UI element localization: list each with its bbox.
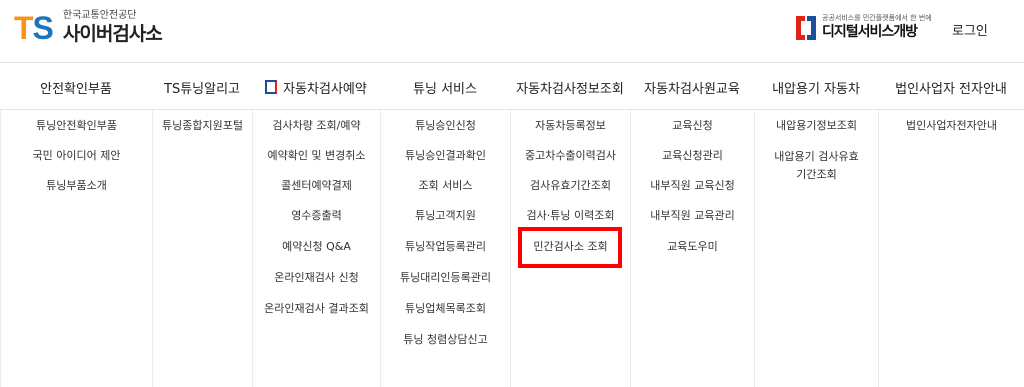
- submenu-item[interactable]: 교육도우미: [631, 239, 754, 255]
- submenu-corporate-notice: 법인사업자전자안내: [878, 110, 1024, 387]
- submenu-item[interactable]: 교육신청: [631, 118, 754, 134]
- nav-corporate-notice[interactable]: 법인사업자 전자안내: [878, 63, 1024, 111]
- submenu-item[interactable]: 중고차수출이력검사: [511, 148, 630, 164]
- submenu-item[interactable]: 예약신청 Q&A: [253, 239, 380, 255]
- submenu-item[interactable]: 영수증출력: [253, 208, 380, 224]
- submenu-item[interactable]: 콜센터예약결제: [253, 178, 380, 194]
- submenu-item[interactable]: 튜닝승인신청: [381, 118, 510, 134]
- submenu-tuning-service: 튜닝승인신청 튜닝승인결과확인 조회 서비스 튜닝고객지원 튜닝작업등록관리 튜…: [380, 110, 510, 387]
- submenu-ts-tuning: 튜닝종합지원포털: [152, 110, 252, 387]
- submenu-item[interactable]: 자동차등록정보: [511, 118, 630, 134]
- submenu-item[interactable]: 교육신청관리: [631, 148, 754, 164]
- submenu-item[interactable]: 튜닝부품소개: [1, 178, 152, 194]
- nav-inspection-info[interactable]: 자동차검사정보조회: [510, 63, 630, 111]
- digital-service-title: 디지털서비스개방: [822, 24, 918, 40]
- login-link[interactable]: 로그인: [952, 20, 988, 39]
- submenu-item[interactable]: 튜닝고객지원: [381, 208, 510, 224]
- ts-logo-s: S: [32, 10, 54, 46]
- site-header: TS 한국교통안전공단 사이버검사소 공공서비스를 민간플랫폼에서 한 번에 디…: [0, 0, 1024, 62]
- ts-logo-t: T: [14, 10, 34, 46]
- digital-service-subtitle: 공공서비스를 민간플랫폼에서 한 번에: [822, 14, 932, 22]
- submenu-item[interactable]: 튜닝안전확인부품: [1, 118, 152, 134]
- main-navigation: 안전확인부품 TS튜닝알리고 자동차검사예약 튜닝 서비스 자동차검사정보조회 …: [0, 62, 1024, 110]
- nav-pressure-vessel[interactable]: 내압용기 자동차: [754, 63, 878, 111]
- submenu-item[interactable]: 튜닝대리인등록관리: [381, 270, 510, 286]
- submenu-item[interactable]: 튜닝업체목록조회: [381, 301, 510, 317]
- submenu-item[interactable]: 튜닝승인결과확인: [381, 148, 510, 164]
- nav-inspector-education[interactable]: 자동차검사원교육: [630, 63, 754, 111]
- nav-inspection-reservation-label: 자동차검사예약: [283, 81, 367, 97]
- logo-text: 한국교통안전공단 사이버검사소: [62, 10, 163, 46]
- submenu-item[interactable]: 예약확인 및 변경취소: [253, 148, 380, 164]
- submenu-item[interactable]: 튜닝 청렴상담신고: [381, 332, 510, 348]
- submenu-item[interactable]: 검사·튜닝 이력조회: [511, 208, 630, 224]
- submenu-item[interactable]: 국민 아이디어 제안: [1, 148, 152, 164]
- submenu-item[interactable]: 온라인재검사 신청: [253, 270, 380, 286]
- submenu-item[interactable]: 온라인재검사 결과조회: [253, 301, 380, 317]
- submenu-pressure-vessel: 내압용기정보조회 내압용기 검사유효기간조회: [754, 110, 878, 387]
- nav-safety-parts[interactable]: 안전확인부품: [0, 63, 152, 111]
- ts-logo[interactable]: TS 한국교통안전공단 사이버검사소: [14, 10, 163, 46]
- submenu-item[interactable]: 튜닝작업등록관리: [381, 239, 510, 255]
- submenu-item[interactable]: 내부직원 교육신청: [631, 178, 754, 194]
- submenu-item[interactable]: 법인사업자전자안내: [879, 118, 1024, 134]
- submenu-safety-parts: 튜닝안전확인부품 국민 아이디어 제안 튜닝부품소개: [0, 110, 152, 387]
- submenu-item[interactable]: 내압용기정보조회: [755, 118, 878, 134]
- reservation-icon: [265, 80, 278, 94]
- nav-tuning-service[interactable]: 튜닝 서비스: [380, 63, 510, 111]
- nav-ts-tuning[interactable]: TS튜닝알리고: [152, 63, 252, 111]
- submenu-item[interactable]: 튜닝종합지원포털: [153, 118, 252, 134]
- digital-service-banner[interactable]: 공공서비스를 민간플랫폼에서 한 번에 디지털서비스개방: [796, 14, 932, 41]
- logo-subtitle: 한국교통안전공단: [62, 10, 137, 21]
- submenu-item[interactable]: 내부직원 교육관리: [631, 208, 754, 224]
- nav-inspection-reservation[interactable]: 자동차검사예약: [252, 63, 380, 111]
- highlight-box: [518, 227, 622, 268]
- logo-title: 사이버검사소: [62, 23, 163, 45]
- submenu-item[interactable]: 검사차량 조회/예약: [253, 118, 380, 134]
- submenu-item[interactable]: 조회 서비스: [381, 178, 510, 194]
- digital-service-text: 공공서비스를 민간플랫폼에서 한 번에 디지털서비스개방: [822, 14, 932, 41]
- submenu-item[interactable]: 검사유효기간조회: [511, 178, 630, 194]
- submenu-item[interactable]: 내압용기 검사유효기간조회: [755, 148, 878, 184]
- ts-logo-mark: TS: [14, 10, 54, 46]
- submenu-inspector-education: 교육신청 교육신청관리 내부직원 교육신청 내부직원 교육관리 교육도우미: [630, 110, 754, 387]
- digital-service-icon: [796, 15, 816, 40]
- submenu-inspection-reservation: 검사차량 조회/예약 예약확인 및 변경취소 콜센터예약결제 영수증출력 예약신…: [252, 110, 380, 387]
